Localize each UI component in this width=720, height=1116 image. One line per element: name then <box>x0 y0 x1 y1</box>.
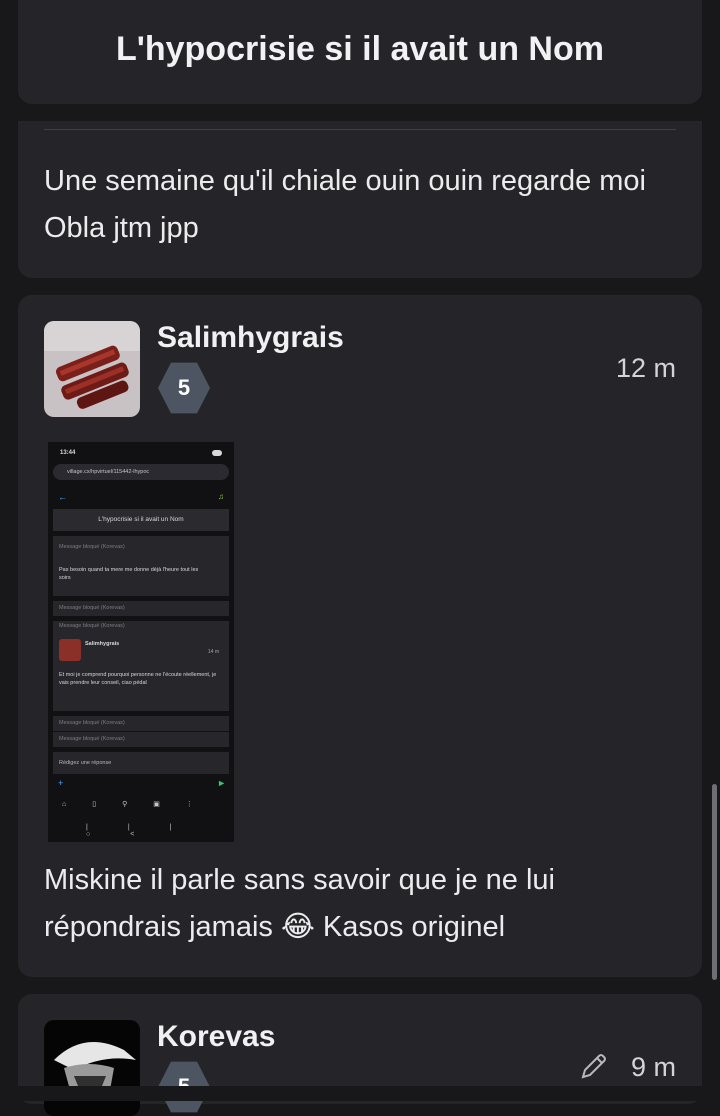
username[interactable]: Korevas <box>157 1020 275 1054</box>
thread-title: L'hypocrisie si il avait un Nom <box>116 30 604 68</box>
screenshot-thread-title: L'hypocrisie si il avait un Nom <box>53 509 229 531</box>
mini-post-text: Et moi je comprend pourquoi personne ne … <box>59 672 217 686</box>
mini-time: 14 m <box>207 649 219 655</box>
edit-pencil-icon <box>578 1050 610 1087</box>
nav-bar-icons: |||○< <box>86 824 212 838</box>
scrollbar[interactable] <box>712 784 717 980</box>
quote-text: Pas besoin quand ta mere me donne déjà l… <box>59 567 199 581</box>
bottom-edge <box>0 1086 720 1101</box>
post-card: Une semaine qu'il chiale ouin ouin regar… <box>18 121 702 278</box>
browser-toolbar-icons: ⌂▯⚲▣⋮ <box>62 801 219 808</box>
blocked-label: Message bloqué (Korevas) <box>53 601 229 616</box>
avatar[interactable] <box>44 321 140 417</box>
url-bar: village.cx/hpvirtuel/115442-lhypoc <box>53 464 229 480</box>
blocked-label: Message bloqué (Korevas) <box>53 732 229 747</box>
level-badge: 5 <box>158 362 210 414</box>
bell-icon: ♫ <box>218 492 224 501</box>
attached-screenshot[interactable]: 13:44 village.cx/hpvirtuel/115442-lhypoc… <box>48 442 234 842</box>
screenshot-post: Message bloqué (Korevas) Salimhygrais 14… <box>53 621 229 711</box>
back-arrow-icon: ← <box>58 492 67 502</box>
reply-input: Rédigez une réponse <box>53 752 229 774</box>
status-time: 13:44 <box>60 450 76 456</box>
post-text: Miskine il parle sans savoir que je ne l… <box>44 864 555 943</box>
divider <box>44 129 676 130</box>
battery-icon <box>212 450 222 456</box>
screenshot-post: Message bloqué (Korevas) Pas besoin quan… <box>53 536 229 596</box>
timestamp: 12 m <box>615 353 676 383</box>
screenshot-content: 13:44 village.cx/hpvirtuel/115442-lhypoc… <box>48 442 234 842</box>
mini-avatar <box>59 639 81 661</box>
timestamp: 9 m <box>630 1052 676 1082</box>
send-icon: ► <box>217 778 226 788</box>
blocked-label: Message bloqué (Korevas) <box>59 623 125 629</box>
post-text: Une semaine qu'il chiale ouin ouin regar… <box>44 165 647 244</box>
avatar[interactable] <box>44 1020 140 1116</box>
thread-header: L'hypocrisie si il avait un Nom <box>18 0 702 104</box>
username[interactable]: Salimhygrais <box>157 321 344 355</box>
plus-icon: + <box>58 778 64 788</box>
mini-username: Salimhygrais <box>85 641 120 647</box>
blocked-label: Message bloqué (Korevas) <box>53 716 229 731</box>
post-card: Salimhygrais 5 12 m 13:44 village.cx/hpv… <box>18 295 702 977</box>
blocked-label: Message bloqué (Korevas) <box>59 544 125 550</box>
